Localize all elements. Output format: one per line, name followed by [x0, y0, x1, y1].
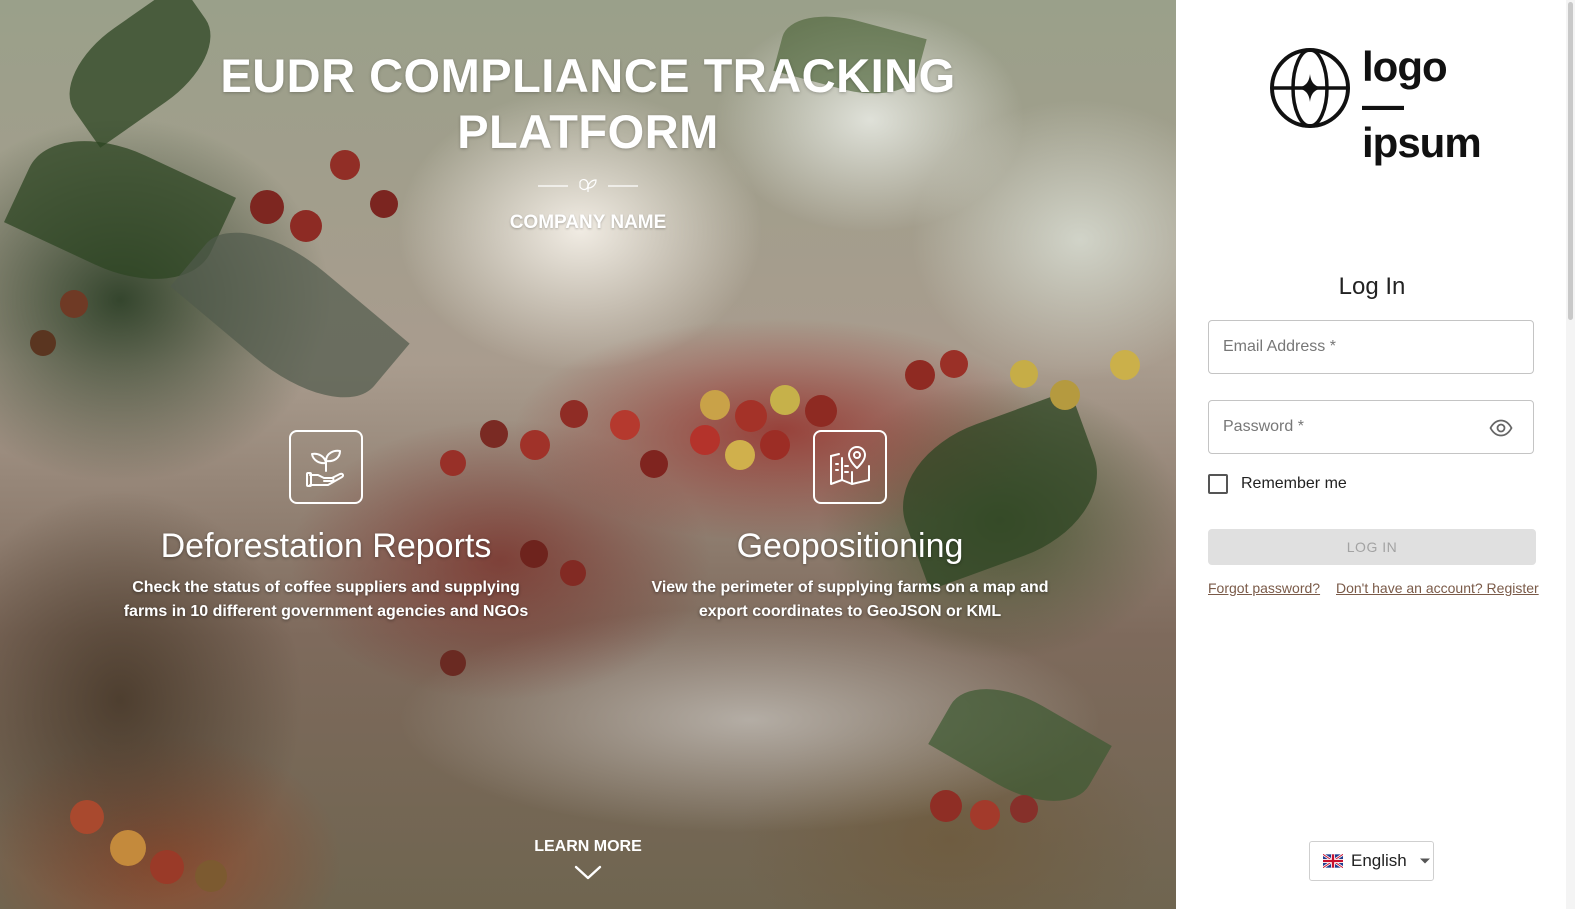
caret-down-icon	[1419, 858, 1430, 864]
feature-title: Deforestation Reports	[160, 527, 492, 565]
remember-me-label: Remember me	[1241, 475, 1347, 492]
feature-deforestation-reports: Deforestation Reports Check the status o…	[116, 430, 536, 624]
hero-section: EUDR COMPLIANCE TRACKING PLATFORM COMPAN…	[0, 0, 1176, 909]
language-label: English	[1351, 851, 1407, 870]
plant-hand-icon	[289, 430, 363, 504]
show-password-eye-icon[interactable]	[1489, 417, 1513, 439]
learn-more-label: LEARN MORE	[534, 838, 642, 855]
feature-title: Geopositioning	[736, 527, 964, 565]
globe-logo-icon	[1270, 48, 1350, 128]
language-selector[interactable]: English	[1309, 841, 1434, 881]
remember-me-checkbox[interactable]	[1208, 474, 1228, 494]
remember-me[interactable]: Remember me	[1208, 474, 1347, 494]
login-button[interactable]: LOG IN	[1208, 529, 1536, 565]
password-input[interactable]	[1209, 401, 1473, 453]
logo: logo— ipsum	[1268, 46, 1483, 164]
email-field[interactable]	[1208, 320, 1534, 374]
chevron-down-icon	[574, 865, 602, 880]
uk-flag-icon	[1323, 854, 1343, 868]
feature-description: Check the status of coffee suppliers and…	[123, 579, 529, 620]
map-location-icon	[813, 430, 887, 504]
scrollbar[interactable]	[1566, 0, 1575, 909]
register-link[interactable]: Don't have an account? Register	[1336, 580, 1539, 596]
company-name: COMPANY NAME	[509, 212, 667, 233]
logo-text: logo— ipsum	[1362, 43, 1482, 166]
password-field[interactable]	[1208, 400, 1534, 454]
leaf-divider-icon	[538, 179, 638, 192]
feature-description: View the perimeter of supplying farms on…	[651, 579, 1049, 620]
login-panel: logo— ipsum Log In Remember me LOG IN Fo…	[1176, 0, 1575, 909]
page-title: EUDR COMPLIANCE TRACKING PLATFORM	[220, 49, 956, 158]
feature-geopositioning: Geopositioning View the perimeter of sup…	[640, 430, 1060, 624]
learn-more-link[interactable]: LEARN MORE	[488, 838, 688, 880]
scrollbar-thumb[interactable]	[1568, 2, 1573, 320]
login-title: Log In	[1338, 273, 1406, 300]
forgot-password-link[interactable]: Forgot password?	[1208, 580, 1320, 596]
email-input[interactable]	[1209, 321, 1473, 373]
